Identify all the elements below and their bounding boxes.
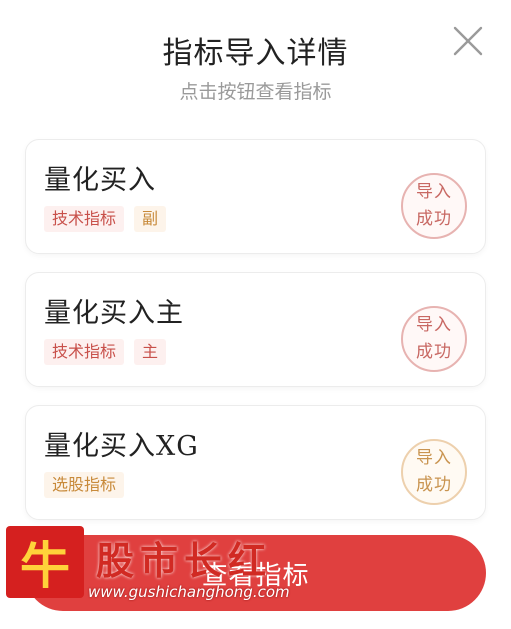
watermark-text: 股市长红 <box>96 538 273 583</box>
watermark-url: www.gushichanghong.com <box>88 583 290 601</box>
watermark-logo: 牛 <box>6 526 84 598</box>
indicator-card[interactable]: 量化买入 技术指标 副 导入 成功 <box>25 139 486 254</box>
indicator-type-tag: 技术指标 <box>44 339 125 365</box>
page-subtitle: 点击按钮查看指标 <box>179 81 332 103</box>
close-icon[interactable] <box>451 24 485 58</box>
indicator-type-tag: 技术指标 <box>44 206 125 232</box>
status-line: 导入 <box>416 182 452 202</box>
indicator-tags: 选股指标 <box>44 472 125 498</box>
indicator-name: 量化买入XG <box>44 431 199 462</box>
page-title: 指标导入详情 <box>162 36 349 71</box>
indicator-name: 量化买入 <box>44 165 156 196</box>
indicator-type-tag: 选股指标 <box>44 472 125 498</box>
import-status-stamp: 导入 成功 <box>401 306 467 372</box>
indicator-import-sheet: 指标导入详情 点击按钮查看指标 量化买入 技术指标 副 导入 成功 量化买入主 … <box>0 0 511 629</box>
indicator-position-tag: 副 <box>134 206 167 232</box>
watermark-logo-char: 牛 <box>20 536 70 595</box>
status-line: 导入 <box>416 315 452 335</box>
indicator-card[interactable]: 量化买入主 技术指标 主 导入 成功 <box>25 272 486 387</box>
indicator-tags: 技术指标 主 <box>44 339 167 365</box>
import-status-stamp: 导入 成功 <box>401 439 467 505</box>
indicator-card[interactable]: 量化买入XG 选股指标 导入 成功 <box>25 405 486 520</box>
indicator-name: 量化买入主 <box>44 298 184 329</box>
import-status-stamp: 导入 成功 <box>401 173 467 239</box>
indicator-position-tag: 主 <box>134 339 167 365</box>
status-line: 成功 <box>416 342 452 362</box>
status-line: 导入 <box>416 448 452 468</box>
status-line: 成功 <box>416 209 452 229</box>
status-line: 成功 <box>416 475 452 495</box>
indicator-tags: 技术指标 副 <box>44 206 167 232</box>
